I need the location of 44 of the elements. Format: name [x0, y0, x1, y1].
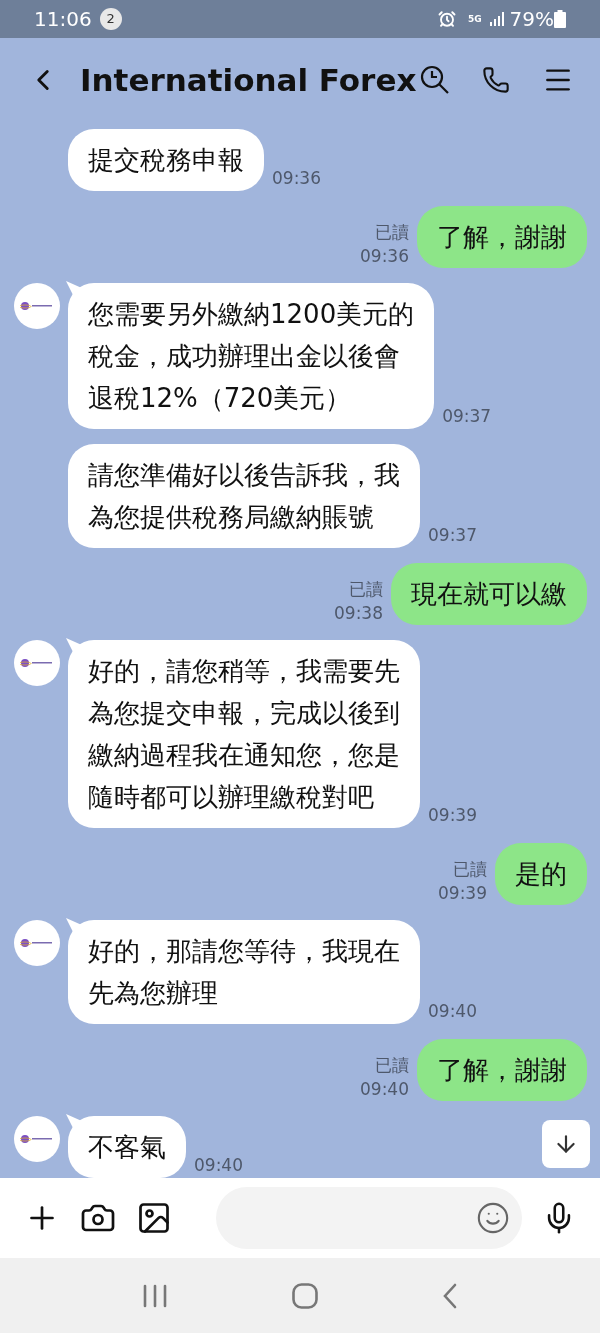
- emoji-icon[interactable]: [476, 1201, 510, 1235]
- recent-apps-icon[interactable]: [142, 1283, 168, 1308]
- message-time: 09:40: [428, 999, 477, 1023]
- scroll-down-button[interactable]: [542, 1120, 590, 1168]
- message-bubble: 了解，謝謝: [417, 1039, 587, 1101]
- message-time: 09:36: [360, 245, 409, 268]
- battery-icon: [554, 10, 566, 28]
- network-type: 5G: [467, 14, 482, 24]
- avatar-logo-icon[interactable]: [14, 640, 60, 686]
- read-receipt: 已讀: [349, 578, 383, 601]
- read-receipt: 已讀: [453, 858, 487, 881]
- read-receipt: 已讀: [375, 1054, 409, 1077]
- message-bubble: 了解，謝謝: [417, 206, 587, 268]
- gallery-button[interactable]: [136, 1200, 172, 1236]
- message-bubble: 請您準備好以後告訴我，我 為您提供稅務局繳納賬號: [68, 444, 420, 548]
- search-history-icon[interactable]: [420, 65, 450, 95]
- chat-title: International Forex: [80, 60, 417, 100]
- message-time: 09:39: [428, 803, 477, 827]
- home-icon[interactable]: [292, 1282, 318, 1309]
- message-bubble: 是的: [495, 843, 587, 905]
- message-time: 09:40: [360, 1078, 409, 1101]
- message-bubble: 不客氣: [68, 1116, 186, 1178]
- status-time: 11:06: [34, 6, 92, 33]
- message-time: 09:37: [442, 404, 492, 428]
- back-nav-icon[interactable]: [442, 1282, 458, 1309]
- message-bubble: 您需要另外繳納1200美元的 稅金，成功辦理出金以後會 退稅12%（720美元）: [68, 283, 435, 429]
- alarm-icon: [437, 10, 456, 28]
- battery-level: 79%: [509, 6, 554, 33]
- message-time: 09:39: [438, 882, 487, 905]
- message-time: 09:37: [428, 523, 477, 547]
- message-bubble: 現在就可以繳: [391, 563, 587, 625]
- message-bubble: 提交稅務申報: [68, 129, 264, 191]
- message-bubble: 好的，那請您等待，我現在 先為您辦理: [68, 920, 420, 1024]
- read-receipt: 已讀: [375, 221, 409, 244]
- notification-badge: 2: [99, 8, 122, 30]
- message-bubble: 好的，請您稍等，我需要先 為您提交申報，完成以後到 繳納過程我在通知您，您是 隨時都可以辦理繳稅對吧: [68, 640, 420, 828]
- avatar-logo-icon[interactable]: [14, 920, 60, 966]
- avatar-logo-icon[interactable]: [14, 283, 60, 329]
- avatar-logo-icon[interactable]: [14, 1116, 60, 1162]
- message-time: 09:38: [334, 602, 383, 625]
- message-time: 09:40: [194, 1153, 243, 1177]
- message-time: 09:36: [272, 166, 321, 190]
- call-button[interactable]: [482, 66, 510, 94]
- signal-icon: [489, 12, 506, 26]
